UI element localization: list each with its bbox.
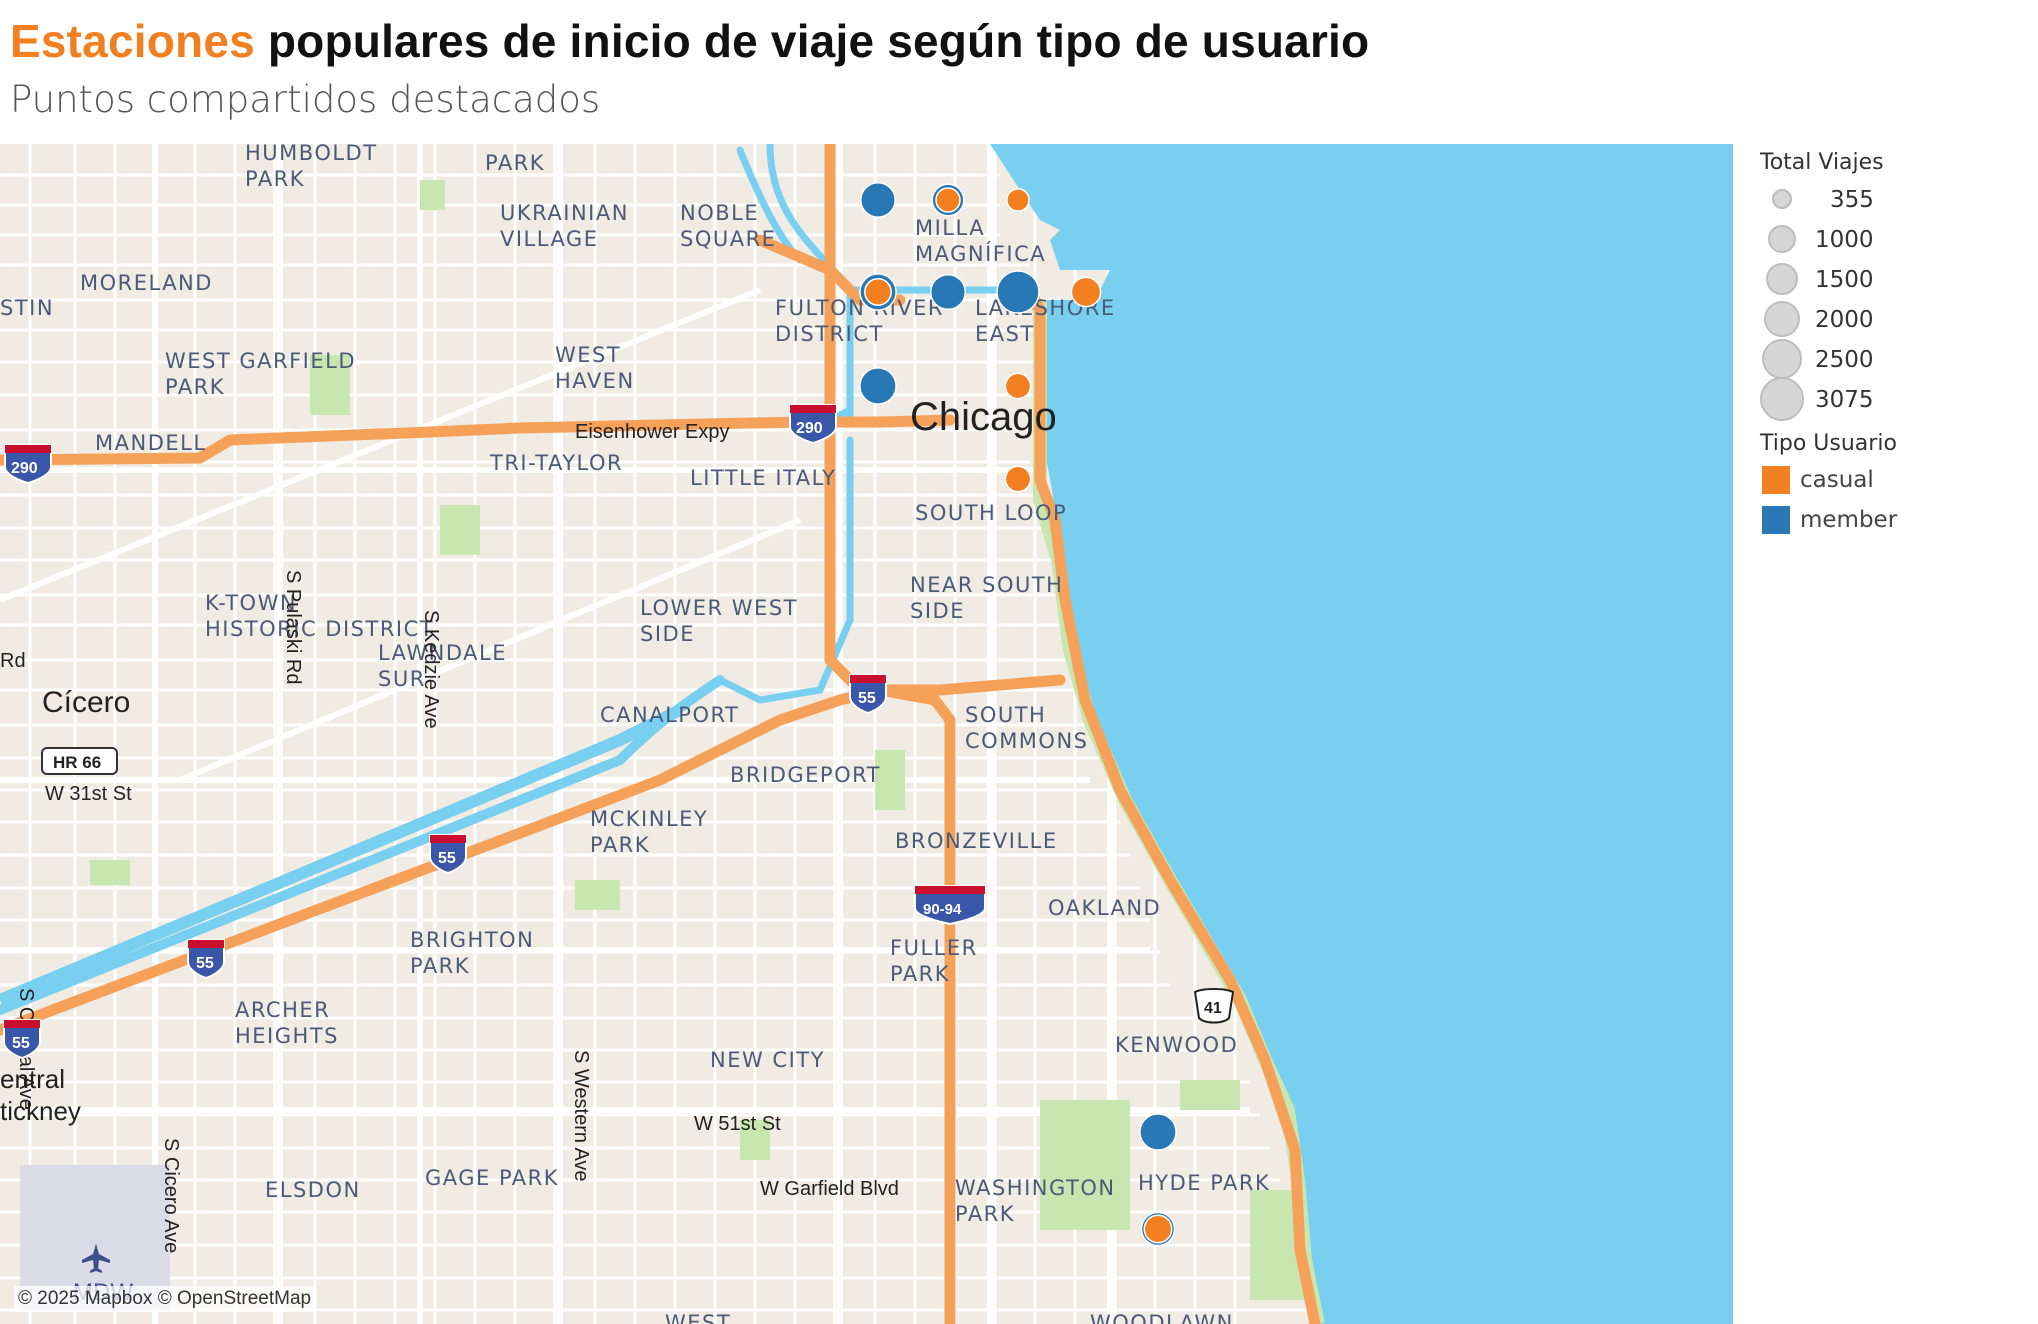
title-accent: Estaciones: [10, 15, 255, 67]
label-kedzie: S Kedzie Ave: [420, 610, 442, 729]
label-cicero: Cícero: [42, 686, 130, 719]
i55-shield-mid: 55: [429, 834, 467, 875]
legend-size-circle: [1768, 225, 1796, 253]
legend-size-circle: [1760, 377, 1804, 421]
station-marker-casual[interactable]: [864, 278, 892, 306]
map-attribution[interactable]: © 2025 Mapbox © OpenStreetMap: [14, 1286, 316, 1312]
label-moreland: MORELAND: [80, 271, 213, 295]
label-stin: STIN: [0, 296, 54, 320]
legend-size-row: 355: [1760, 179, 2030, 219]
legend-size-row: 1500: [1760, 259, 2030, 299]
label-gagepark: GAGE PARK: [425, 1166, 559, 1190]
legend-size-row: 2500: [1760, 339, 2030, 379]
legend-color-row[interactable]: casual: [1760, 460, 2030, 500]
legend-size-circle: [1766, 263, 1798, 295]
legend-size-label: 355: [1830, 187, 1874, 213]
i290-west-label: 290: [11, 460, 38, 477]
chart-subtitle: Puntos compartidos destacados: [10, 78, 601, 121]
label-littleitaly: LITTLE ITALY: [690, 466, 836, 490]
station-marker-member[interactable]: [860, 182, 896, 218]
i55-mid-label: 55: [438, 850, 456, 867]
legend-size-row: 3075: [1760, 377, 2030, 421]
station-marker-casual[interactable]: [1143, 1214, 1173, 1244]
station-marker-casual[interactable]: [1004, 465, 1032, 493]
station-marker-casual[interactable]: [1070, 276, 1102, 308]
i55-shield-canal: 55: [187, 939, 225, 980]
chart-title: Estaciones populares de inicio de viaje …: [10, 14, 1369, 68]
label-w31st: W 31st St: [45, 783, 132, 805]
label-w51st: W 51st St: [694, 1113, 781, 1135]
label-west: WEST: [665, 1311, 731, 1324]
title-rest: populares de inicio de viaje según tipo …: [254, 15, 1370, 67]
legend-size-items: 355 1000 1500 2000 2500 3075: [1760, 179, 2030, 421]
legend-size-row: 1000: [1760, 219, 2030, 259]
legend-size-circle: [1762, 339, 1802, 379]
legend-size-circle: [1764, 301, 1800, 337]
i55-east-label: 55: [858, 690, 876, 707]
i55-shield-west: 55: [3, 1019, 41, 1060]
legend-color-title: Tipo Usuario: [1760, 431, 1897, 456]
label-mandell: MANDELL: [95, 431, 207, 455]
label-tritaylor: TRI-TAYLOR: [489, 451, 623, 475]
map-svg[interactable]: HUMBOLDT PARK PARK UKRAINIAN VILLAGE NOBLE…: [0, 144, 1733, 1324]
label-canalport: CANALPORT: [600, 703, 739, 727]
legend-swatch: [1762, 466, 1790, 494]
label-central: entral: [0, 1064, 65, 1094]
legend-color-label: member: [1800, 507, 1898, 533]
legend-size-label: 2000: [1815, 307, 1874, 333]
legend-size-circle: [1772, 189, 1792, 209]
station-marker-member[interactable]: [1139, 1113, 1177, 1151]
i55-shield-east: 55: [849, 674, 887, 715]
label-westernave: S Western Ave: [570, 1050, 592, 1182]
label-elsdon: ELSDON: [265, 1178, 361, 1202]
legend-size-title: Total Viajes: [1760, 150, 1884, 175]
station-marker-member[interactable]: [859, 367, 897, 405]
label-wgarfieldblvd: W Garfield Blvd: [760, 1178, 899, 1200]
us41-label: 41: [1204, 1000, 1222, 1017]
label-southloop: SOUTH LOOP: [915, 501, 1067, 525]
i9094-label: 90-94: [923, 901, 962, 918]
label-bronzeville: BRONZEVILLE: [895, 829, 1058, 853]
legend-color-row[interactable]: member: [1760, 500, 2030, 540]
us41-shield: 41: [1193, 988, 1235, 1024]
i55-west-label: 55: [12, 1035, 30, 1052]
label-hydepark: HYDE PARK: [1138, 1171, 1270, 1195]
legend: Total Viajes 355 1000 1500 2000 2500 3075 Tip…: [1760, 150, 2030, 540]
label-bridgeport: BRIDGEPORT: [730, 763, 881, 787]
label-stickney: tickney: [0, 1096, 81, 1126]
label-newcity: NEW CITY: [710, 1048, 825, 1072]
label-chicago: Chicago: [910, 395, 1057, 439]
legend-swatch: [1762, 506, 1790, 534]
station-marker-member[interactable]: [929, 273, 967, 311]
legend-color-items: casual member: [1760, 460, 2030, 540]
hr66-shield: HR 66: [41, 747, 118, 775]
map-area[interactable]: HUMBOLDT PARK PARK UKRAINIAN VILLAGE NOBLE…: [0, 144, 1733, 1324]
legend-size-label: 1000: [1815, 227, 1874, 253]
station-marker-casual[interactable]: [1006, 188, 1030, 212]
label-kenwood: KENWOOD: [1115, 1033, 1238, 1057]
label-rd: Rd: [0, 650, 26, 672]
station-marker-casual[interactable]: [935, 187, 961, 213]
label-eisenhower: Eisenhower Expy: [575, 421, 730, 443]
label-ciceroave: S Cicero Ave: [160, 1138, 182, 1253]
label-oakland: OAKLAND: [1048, 896, 1161, 920]
legend-size-label: 3075: [1815, 387, 1874, 413]
station-marker-member[interactable]: [996, 270, 1040, 314]
legend-size-row: 2000: [1760, 299, 2030, 339]
legend-size-label: 1500: [1815, 267, 1874, 293]
legend-color-label: casual: [1800, 467, 1874, 493]
i290-label: 290: [796, 420, 823, 437]
hr66-label: HR 66: [53, 753, 101, 772]
label-park: PARK: [485, 151, 545, 175]
label-woodlawn: WOODLAWN: [1090, 1311, 1234, 1324]
legend-size-label: 2500: [1815, 347, 1874, 373]
label-pulaski: S Pulaski Rd: [282, 570, 304, 685]
i55-canal-label: 55: [196, 955, 214, 972]
station-marker-casual[interactable]: [1004, 372, 1032, 400]
